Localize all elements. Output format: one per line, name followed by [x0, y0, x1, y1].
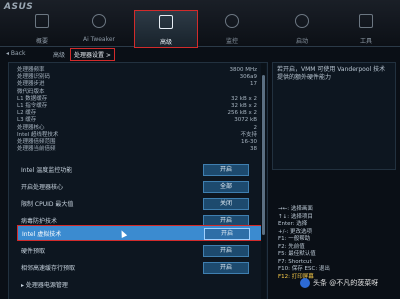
breadcrumb-advanced[interactable]: 高级: [53, 50, 65, 59]
option-virtualization[interactable]: Intel 虚拟技术 开启: [17, 225, 263, 241]
key-hint: F5: 最佳默认值: [278, 251, 316, 257]
tab-ai-tweaker[interactable]: Ai Tweaker: [76, 10, 122, 46]
info-row: 处理器步进 17: [17, 81, 257, 88]
info-row: Intel 超线程技术 不支持: [17, 131, 257, 138]
watermark-text: 头条 @不凡的菠菜呀: [313, 279, 379, 287]
info-row: 处理器当前倍频 38: [17, 146, 257, 153]
advanced-icon: [159, 15, 173, 29]
tab-ai-tweaker-label: Ai Tweaker: [82, 36, 116, 43]
toutiao-logo-icon: [300, 278, 310, 288]
info-row: 处理器核心 2: [17, 124, 257, 131]
cpu-info-list: 处理器频率 3800 MHz 处理器识别码 306a9 处理器步进 17 微代码版本 …: [17, 67, 257, 153]
info-row: 处理器倍频范围 16-30: [17, 138, 257, 145]
key-hint: F10: 保存 ESC: 退出: [278, 266, 330, 272]
key-hint: F1: 一般帮助: [278, 236, 311, 242]
key-legend: →←: 选择画面 ↑↓: 选择项目 Enter: 选择 +/-: 更改选项 F1…: [272, 206, 396, 281]
top-bar: ASUS 概要 Ai Tweaker 高级 监控 启动 工具: [0, 0, 400, 48]
submenu-cpu-power[interactable]: 处理器电源管理: [17, 277, 261, 291]
option-adjacent-prefetch[interactable]: 相邻高速缓存行预取 开启: [17, 260, 261, 274]
option-active-cores[interactable]: 开启处理器核心 全部: [17, 179, 261, 193]
key-hint: F2: 先前值: [278, 243, 305, 250]
option-value[interactable]: 开启: [203, 164, 249, 176]
key-hint: F7: Shortcut: [278, 258, 312, 265]
option-value[interactable]: 开启: [203, 245, 249, 257]
tab-tool[interactable]: 工具: [346, 10, 386, 46]
info-row: L2 缓存 256 kB x 2: [17, 110, 257, 117]
option-limit-cpuid[interactable]: 限制 CPUID 最大值 关闭: [17, 196, 261, 210]
tab-advanced-label: 高级: [159, 39, 172, 46]
scrollbar-thumb[interactable]: [262, 75, 265, 235]
info-row: L1 指令缓存 32 kB x 2: [17, 102, 257, 109]
back-label: Back: [10, 50, 26, 57]
tool-icon: [359, 14, 373, 28]
bios-screen: ASUS 概要 Ai Tweaker 高级 监控 启动 工具 ◂ Back 高级…: [0, 0, 400, 299]
power-icon: [295, 14, 309, 28]
key-hint: →←: 选择画面: [278, 206, 313, 212]
option-value[interactable]: 开启: [204, 228, 250, 240]
help-panel: 若开启，VMM 可使用 Vanderpool 技术提供的额外硬件能力: [272, 62, 396, 170]
key-hint: Enter: 选择: [278, 221, 308, 227]
tab-monitor-label: 监控: [225, 38, 238, 45]
option-value[interactable]: 全部: [203, 181, 249, 193]
settings-panel: 处理器频率 3800 MHz 处理器识别码 306a9 处理器步进 17 微代码版本 …: [8, 62, 268, 299]
info-row: L3 缓存 3072 kB: [17, 117, 257, 124]
option-value[interactable]: 关闭: [203, 198, 249, 210]
info-row: 微代码版本: [17, 88, 45, 95]
tab-main[interactable]: 概要: [22, 10, 62, 46]
tweaker-icon: [92, 14, 106, 28]
back-button[interactable]: ◂ Back: [6, 50, 26, 57]
tab-tool-label: 工具: [359, 38, 372, 45]
main-tabs: 概要 Ai Tweaker 高级 监控 启动 工具: [0, 10, 400, 48]
tab-boot[interactable]: 启动: [282, 10, 322, 46]
key-hint: +/-: 更改选项: [278, 228, 313, 235]
tab-boot-label: 启动: [295, 38, 308, 45]
option-thermal-monitor[interactable]: Intel 温度监控功能 开启: [17, 162, 261, 176]
watermark: 头条 @不凡的菠菜呀: [300, 278, 378, 288]
tab-advanced[interactable]: 高级: [134, 10, 198, 48]
monitor-icon: [225, 14, 239, 28]
key-hint: ↑↓: 选择项目: [278, 213, 313, 220]
breadcrumb: ◂ Back 高级 处理器设置 >: [0, 48, 400, 61]
scrollbar[interactable]: [261, 63, 266, 299]
info-row: 处理器识别码 306a9: [17, 74, 257, 81]
info-row: L1 数据缓存 32 kB x 2: [17, 95, 257, 102]
info-row: 处理器频率 3800 MHz: [17, 67, 257, 73]
breadcrumb-cpu-config: 处理器设置 >: [70, 48, 115, 61]
tab-main-label: 概要: [35, 38, 48, 45]
option-value[interactable]: 开启: [203, 262, 249, 274]
list-icon: [35, 14, 49, 28]
tab-monitor[interactable]: 监控: [210, 10, 254, 46]
option-hw-prefetch[interactable]: 硬件预取 开启: [17, 243, 261, 257]
